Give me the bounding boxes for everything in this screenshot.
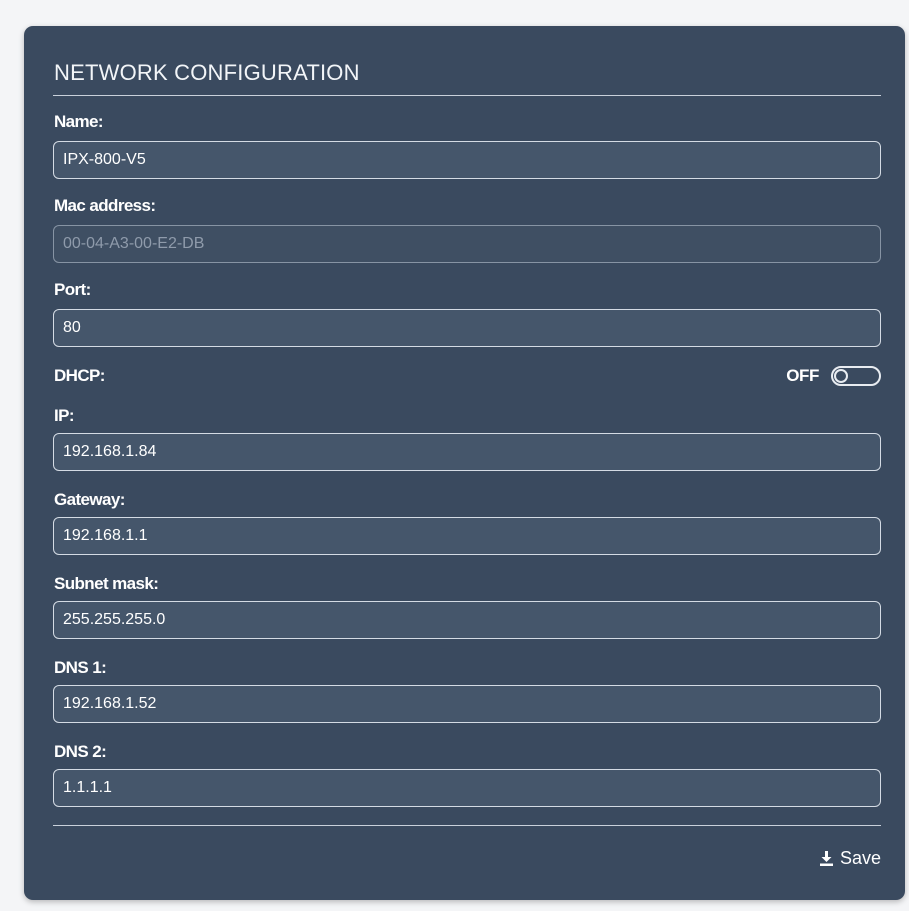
dhcp-toggle-group[interactable]: OFF [786,364,881,388]
gateway-label: Gateway: [54,490,125,509]
name-input[interactable] [53,141,881,179]
mac-address-input [53,225,881,263]
dhcp-state-text: OFF [786,366,819,385]
network-configuration-panel: NETWORK CONFIGURATION Name: Mac address:… [24,26,905,900]
ip-input[interactable] [53,433,881,471]
title-divider [53,95,881,96]
footer-divider [53,825,881,826]
ip-label: IP: [54,406,75,425]
subnet-mask-label: Subnet mask: [54,574,159,593]
subnet-mask-input[interactable] [53,601,881,639]
name-label: Name: [54,112,104,131]
dhcp-label: DHCP: [54,366,105,385]
download-icon [819,851,833,866]
dns2-input[interactable] [53,769,881,807]
port-input[interactable] [53,309,881,347]
dhcp-toggle-switch[interactable] [831,366,881,386]
save-button-label: Save [839,848,881,868]
panel-title: NETWORK CONFIGURATION [54,60,360,85]
dns1-label: DNS 1: [54,658,107,677]
dns1-input[interactable] [53,685,881,723]
mac-address-label: Mac address: [54,196,156,215]
toggle-knob-icon [834,369,848,383]
save-button[interactable]: Save [819,848,881,869]
port-label: Port: [54,280,91,299]
gateway-input[interactable] [53,517,881,555]
dns2-label: DNS 2: [54,742,107,761]
